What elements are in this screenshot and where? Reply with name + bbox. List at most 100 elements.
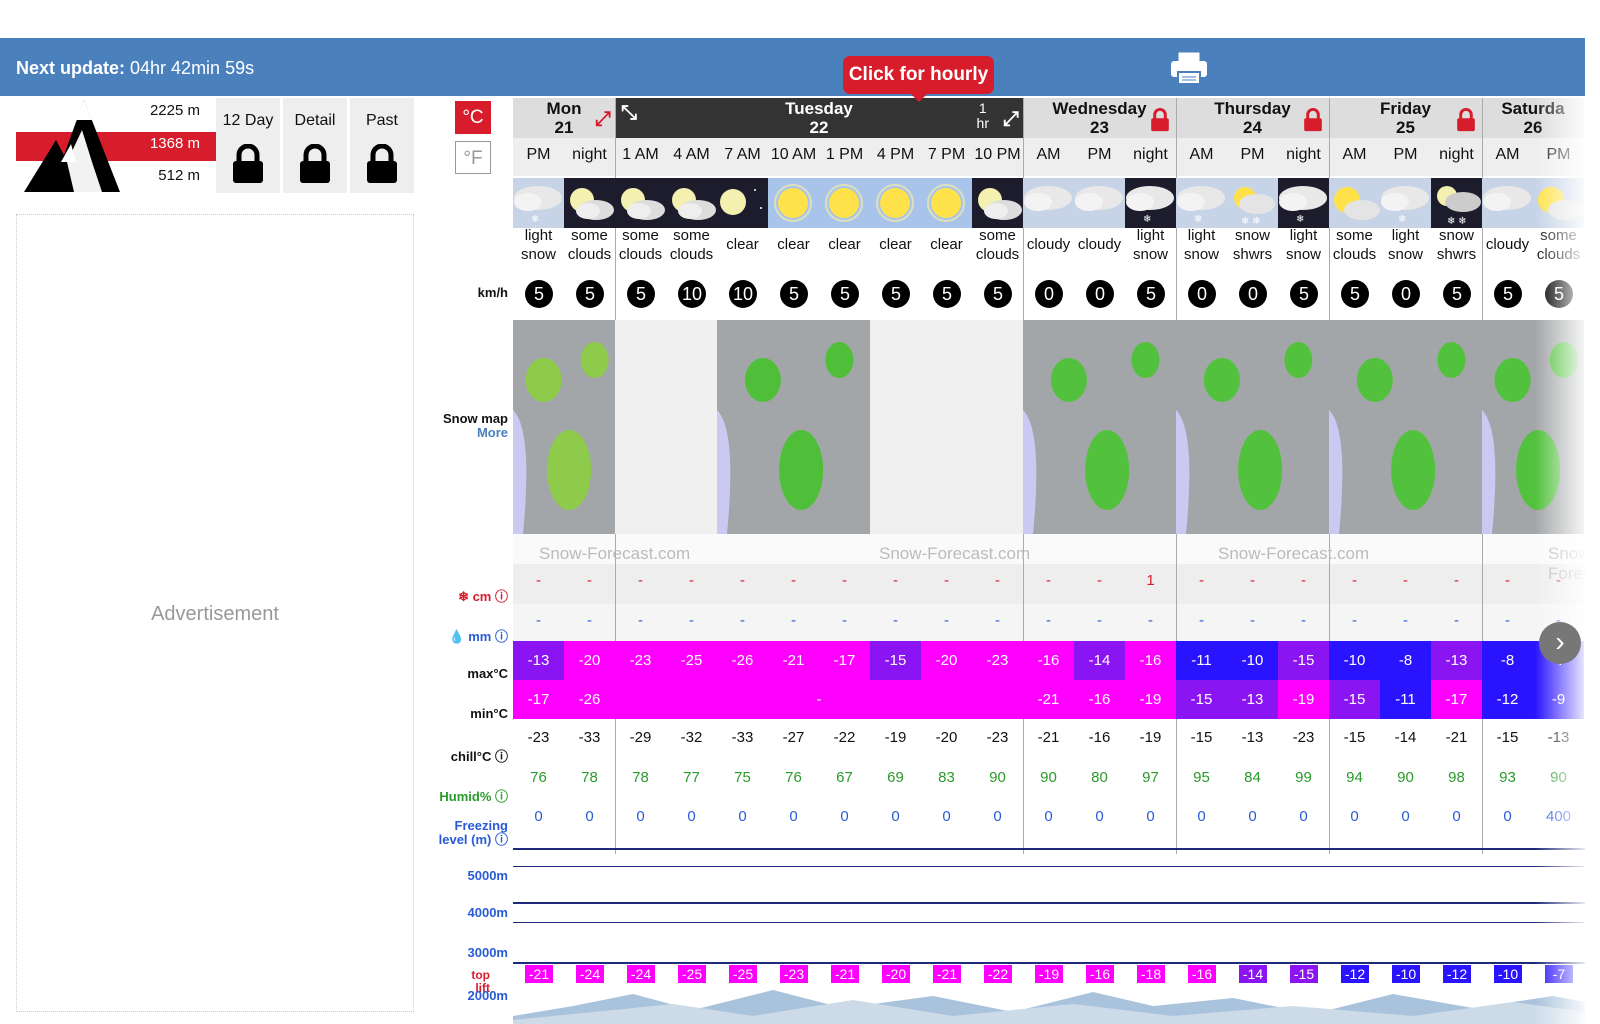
condition-text: someclouds bbox=[975, 227, 1020, 263]
top-lift-temp: -24 bbox=[576, 965, 604, 983]
day-header-1[interactable]: Tuesday 22 ⤡ 1 hr ⤢ bbox=[615, 98, 1023, 138]
humidity-value: 97 bbox=[1142, 769, 1159, 786]
top-lift-temp: -14 bbox=[1239, 965, 1267, 983]
max-temp-cell: -15 bbox=[1278, 641, 1329, 680]
max-temp-cell: -10 bbox=[1329, 641, 1380, 680]
snow-cm-value: - bbox=[1454, 572, 1459, 589]
wind-speed: 0 bbox=[1239, 280, 1267, 308]
snow-map-3[interactable] bbox=[1176, 320, 1329, 534]
celsius-button[interactable]: °C bbox=[455, 101, 491, 134]
max-temp-cell: -20 bbox=[921, 641, 972, 680]
snowforecast-watermark: Snow-Forecast.com bbox=[879, 544, 1031, 563]
day-header-0[interactable]: Mon 21 ⤢ bbox=[513, 98, 615, 138]
snow-cm-value: - bbox=[638, 572, 643, 589]
period-label: 7 PM bbox=[927, 146, 966, 163]
day-header-2[interactable]: Wednesday 23 bbox=[1023, 98, 1176, 138]
tab-past[interactable]: Past bbox=[350, 98, 414, 193]
top-lift-temp: -22 bbox=[984, 965, 1012, 983]
altitude-line bbox=[513, 922, 1585, 923]
lock-icon bbox=[1150, 108, 1170, 136]
freezing-level-value: 0 bbox=[789, 808, 798, 825]
elevation-selector[interactable]: 2225 m 1368 m 512 m bbox=[16, 100, 216, 195]
snow-cm-value: - bbox=[944, 572, 949, 589]
snow-map-1[interactable] bbox=[717, 320, 870, 534]
freezing-level-value: 0 bbox=[891, 808, 900, 825]
snow-cm-value: - bbox=[740, 572, 745, 589]
wind-speed: 0 bbox=[1035, 280, 1063, 308]
hour-step[interactable]: 1 hr bbox=[977, 101, 989, 131]
period-label: night bbox=[1439, 146, 1474, 163]
hourly-tooltip[interactable]: Click for hourly bbox=[843, 56, 994, 102]
rain-mm-value: - bbox=[1301, 612, 1306, 629]
day-header-4[interactable]: Friday 25 bbox=[1329, 98, 1482, 138]
collapse-icon[interactable]: ⤡ bbox=[621, 103, 637, 123]
rain-mm-value: - bbox=[689, 612, 694, 629]
chill-value: -23 bbox=[527, 729, 550, 746]
fahrenheit-button[interactable]: °F bbox=[455, 141, 491, 174]
scroll-right-button[interactable]: › bbox=[1539, 622, 1581, 664]
rain-mm-value: - bbox=[842, 612, 847, 629]
freezing-level-value: 0 bbox=[1452, 808, 1461, 825]
top-lift-temp: -10 bbox=[1494, 965, 1522, 983]
max-temp-cell: -23 bbox=[972, 641, 1023, 680]
snow-map-label: Snow map bbox=[442, 411, 508, 426]
snow-map-0[interactable] bbox=[513, 320, 615, 534]
max-temp-cell: -15 bbox=[870, 641, 921, 680]
tab-detail[interactable]: Detail bbox=[283, 98, 347, 193]
forecast-table: Mon 21 ⤢ Tuesday 22 ⤡ 1 hr ⤢ Wednesday 23 Thursday 2… bbox=[513, 98, 1585, 1024]
moon-cloud-icon bbox=[564, 178, 615, 228]
chill-value: -14 bbox=[1394, 729, 1417, 746]
min-temp-label: min°C bbox=[470, 706, 508, 721]
elevation-top[interactable]: 2225 m bbox=[150, 102, 200, 119]
freezing-level-value: 0 bbox=[1197, 808, 1206, 825]
snow-cm-value: - bbox=[791, 572, 796, 589]
tab-12-day[interactable]: 12 Day bbox=[216, 98, 280, 193]
moonsnow-icon: ❄ ❄ bbox=[1431, 178, 1482, 228]
lock-icon bbox=[365, 143, 399, 184]
condition-text: someclouds bbox=[567, 227, 612, 263]
snow-cm-value: - bbox=[1301, 572, 1306, 589]
expand-icon[interactable]: ⤢ bbox=[1003, 109, 1019, 129]
period-label: AM bbox=[1036, 146, 1061, 163]
top-lift-temp: -16 bbox=[1086, 965, 1114, 983]
cloudsnow-d-icon: ❄ bbox=[513, 178, 564, 228]
min-temp-cell: -12 bbox=[1482, 680, 1533, 719]
cloudsnow-n-icon: ❄ bbox=[1278, 178, 1329, 228]
day-header-3[interactable]: Thursday 24 bbox=[1176, 98, 1329, 138]
freezing-level-value: 0 bbox=[1299, 808, 1308, 825]
snow-cm-value: - bbox=[1250, 572, 1255, 589]
condition-text: clear bbox=[777, 236, 810, 253]
snow-cm-value: - bbox=[587, 572, 592, 589]
chill-value: -19 bbox=[884, 729, 907, 746]
altitude-line bbox=[513, 902, 1585, 904]
chill-value: -13 bbox=[1241, 729, 1264, 746]
expand-icon[interactable]: ⤢ bbox=[595, 109, 611, 129]
humidity-value: 75 bbox=[734, 769, 751, 786]
wind-speed: 5 bbox=[627, 280, 655, 308]
elevation-mid[interactable]: 1368 m bbox=[150, 135, 200, 152]
printer-icon[interactable] bbox=[1168, 50, 1210, 86]
rain-mm-label: 💧 mm ⓘ bbox=[448, 629, 508, 644]
top-lift-temp: -25 bbox=[678, 965, 706, 983]
top-lift-temp: -21 bbox=[525, 965, 553, 983]
period-label: night bbox=[572, 146, 607, 163]
condition-text: snow shwrs bbox=[1232, 227, 1273, 263]
top-lift-temp: -16 bbox=[1188, 965, 1216, 983]
freezing-level-value: 0 bbox=[738, 808, 747, 825]
right-edge-fade bbox=[1535, 98, 1585, 1024]
wind-speed: 5 bbox=[1443, 280, 1471, 308]
lock-icon bbox=[1303, 108, 1323, 136]
elevation-bottom[interactable]: 512 m bbox=[158, 167, 200, 184]
condition-text: light snow bbox=[520, 227, 557, 263]
freezing-level-value: 0 bbox=[585, 808, 594, 825]
condition-text: light snow bbox=[1285, 227, 1322, 263]
wind-speed: 5 bbox=[882, 280, 910, 308]
min-temp-cell: -26 bbox=[564, 680, 615, 719]
wind-speed: 0 bbox=[1392, 280, 1420, 308]
rain-mm-value: - bbox=[944, 612, 949, 629]
period-label: 1 PM bbox=[825, 146, 864, 163]
chill-value: -20 bbox=[935, 729, 958, 746]
snow-map-more-link[interactable]: More bbox=[418, 425, 513, 440]
snow-map-4[interactable] bbox=[1329, 320, 1482, 534]
snow-map-2[interactable] bbox=[1023, 320, 1176, 534]
